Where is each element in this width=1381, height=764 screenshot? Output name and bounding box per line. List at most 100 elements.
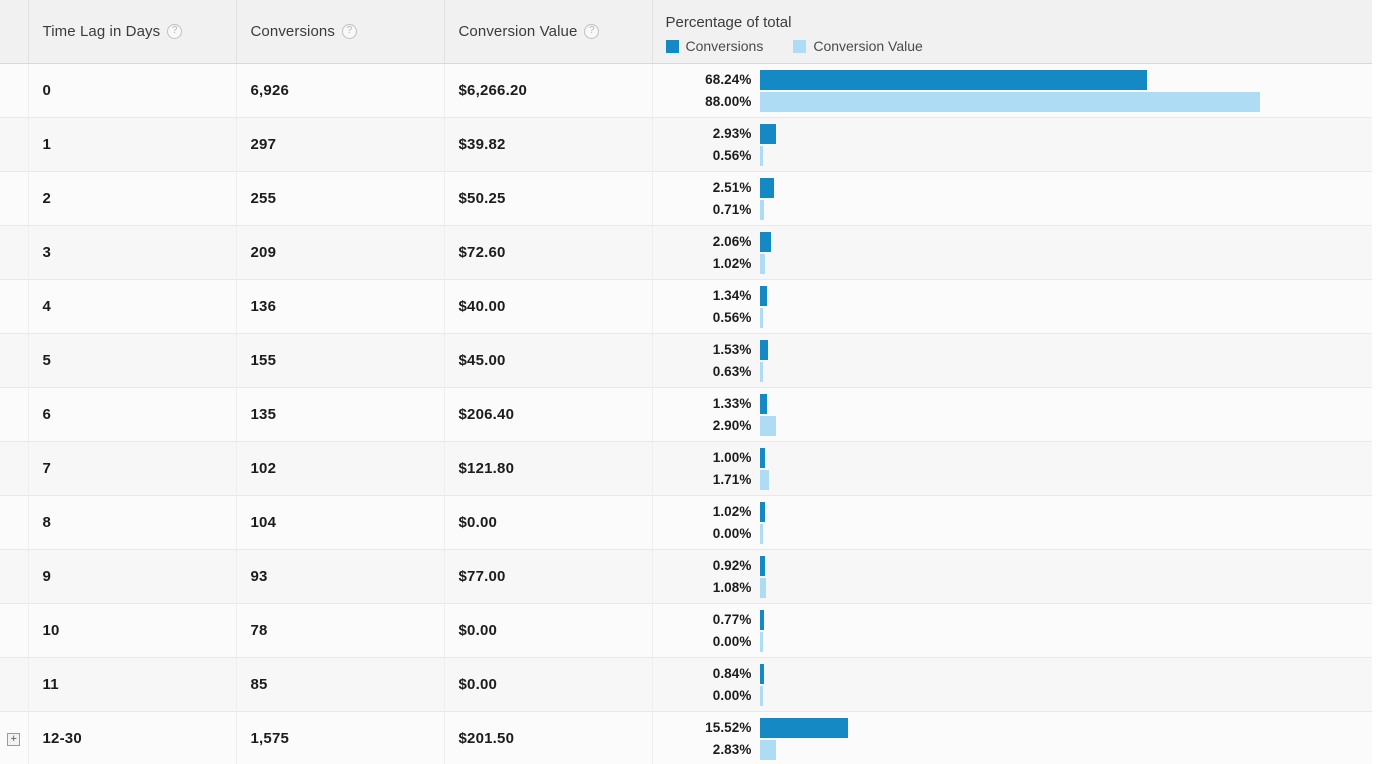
- bar-conversion-value: [759, 199, 764, 220]
- row-expand-cell: [0, 603, 29, 658]
- cell-conversion-value: $6,266.20: [444, 63, 653, 118]
- cell-time-lag-text: 11: [42, 675, 59, 693]
- cell-conversions-text: 104: [250, 513, 277, 531]
- cell-conversions: 93: [236, 549, 445, 604]
- row-expand-cell: [0, 63, 29, 118]
- cell-time-lag: 4: [28, 279, 237, 334]
- cell-conversions: 104: [236, 495, 445, 550]
- cell-time-lag-text: 4: [42, 297, 52, 315]
- cell-conversion-value: $77.00: [444, 549, 653, 604]
- cell-time-lag-text: 6: [42, 405, 52, 423]
- bar-row-conversion-value: 0.56%: [653, 307, 1373, 328]
- bar-conversion-value: [759, 631, 763, 652]
- cell-percentage-of-total: 1.53% 0.63%: [652, 333, 1373, 388]
- legend-item-conversion-value[interactable]: Conversion Value: [793, 38, 923, 54]
- cell-percentage-of-total: 2.93% 0.56%: [652, 117, 1373, 172]
- cell-conversions-text: 102: [250, 459, 277, 477]
- row-expand-cell: [0, 549, 29, 604]
- cell-conversions: 78: [236, 603, 445, 658]
- bar-percent-label-conversions: 1.33%: [712, 396, 752, 411]
- row-expand-cell[interactable]: +: [0, 711, 29, 764]
- cell-conversion-value-text: $72.60: [458, 243, 506, 261]
- bar-conversions: [759, 717, 848, 738]
- time-lag-table: Time Lag in Days ? Conversions ? Convers…: [0, 0, 1372, 764]
- table-row: 3 209 $72.60 2.06% 1.02%: [0, 225, 1373, 280]
- bar-percent-label-conversion-value: 0.00%: [712, 688, 752, 703]
- bar-conversions: [759, 231, 772, 252]
- cell-time-lag: 5: [28, 333, 237, 388]
- cell-conversions: 155: [236, 333, 445, 388]
- table-row: 0 6,926 $6,266.20 68.24% 88.00%: [0, 63, 1373, 118]
- cell-conversions: 255: [236, 171, 445, 226]
- bar-percent-label-conversions: 1.34%: [712, 288, 752, 303]
- header-conversion-value[interactable]: Conversion Value ?: [444, 0, 653, 64]
- header-conversion-value-label: Conversion Value: [458, 22, 578, 40]
- header-time-lag[interactable]: Time Lag in Days ?: [28, 0, 237, 64]
- bar-percent-label-conversion-value: 2.83%: [712, 742, 752, 757]
- bar-group: 1.02% 0.00%: [653, 496, 1373, 549]
- cell-conversion-value-text: $0.00: [458, 513, 498, 531]
- bar-percent-label-conversions: 1.53%: [712, 342, 752, 357]
- cell-time-lag: 6: [28, 387, 237, 442]
- legend-item-conversions[interactable]: Conversions: [665, 38, 764, 55]
- cell-percentage-of-total: 2.51% 0.71%: [652, 171, 1372, 226]
- header-row: Time Lag in Days ? Conversions ? Convers…: [0, 0, 1373, 64]
- bar-percent-label-conversion-value: 0.56%: [712, 148, 752, 163]
- bar-conversions: [759, 123, 777, 144]
- cell-conversions: 136: [236, 279, 445, 334]
- bar-group: 2.93% 0.56%: [653, 118, 1373, 171]
- legend-swatch-conversion-value: [793, 39, 807, 53]
- cell-conversion-value: $206.40: [444, 387, 653, 442]
- cell-time-lag-text: 2: [42, 189, 52, 207]
- bar-conversion-value: [759, 685, 763, 706]
- cell-conversions: 102: [236, 441, 445, 496]
- help-icon[interactable]: ?: [584, 23, 600, 39]
- expand-plus-icon[interactable]: +: [7, 733, 21, 746]
- bar-row-conversions: 1.34%: [653, 285, 1373, 306]
- help-icon[interactable]: ?: [341, 23, 357, 39]
- row-expand-cell: [0, 495, 29, 550]
- cell-conversions: 6,926: [236, 63, 445, 118]
- bar-row-conversions: 0.77%: [653, 609, 1373, 630]
- header-conversions[interactable]: Conversions ?: [236, 0, 445, 64]
- bar-group: 68.24% 88.00%: [653, 64, 1373, 117]
- cell-time-lag: 1: [28, 117, 237, 172]
- cell-conversion-value-text: $121.80: [458, 459, 515, 477]
- cell-conversion-value-text: $77.00: [458, 567, 506, 585]
- bar-conversion-value: [759, 361, 764, 382]
- cell-conversions-text: 93: [250, 567, 268, 585]
- cell-conversion-value: $0.00: [444, 603, 653, 658]
- cell-percentage-of-total: 0.92% 1.08%: [652, 549, 1372, 604]
- row-expand-cell: [0, 441, 29, 496]
- bar-percent-label-conversions: 0.77%: [712, 612, 752, 627]
- bar-group: 15.52% 2.83%: [653, 712, 1373, 764]
- bar-conversions: [759, 663, 765, 684]
- cell-conversion-value: $0.00: [444, 657, 653, 712]
- table-row: 11 85 $0.00 0.84% 0.00%: [0, 657, 1372, 712]
- bar-conversion-value: [759, 145, 763, 166]
- cell-time-lag: 12-30: [28, 711, 237, 764]
- legend: Conversions Conversion Value: [665, 38, 1373, 55]
- bar-percent-label-conversions: 1.02%: [712, 504, 752, 519]
- bar-group: 2.06% 1.02%: [653, 226, 1373, 279]
- cell-percentage-of-total: 1.00% 1.71%: [652, 441, 1372, 496]
- bar-row-conversions: 2.93%: [653, 123, 1373, 144]
- bar-percent-label-conversions: 2.06%: [712, 234, 752, 249]
- bar-row-conversion-value: 0.00%: [653, 631, 1373, 652]
- legend-label-conversions: Conversions: [685, 38, 764, 55]
- table-row: 1 297 $39.82 2.93% 0.56%: [0, 117, 1373, 172]
- cell-time-lag-text: 1: [42, 135, 52, 153]
- bar-group: 1.34% 0.56%: [653, 280, 1373, 333]
- help-icon[interactable]: ?: [167, 23, 183, 39]
- table-row: +12-30 1,575 $201.50 15.52% 2.83%: [0, 711, 1372, 764]
- bar-group: 1.53% 0.63%: [653, 334, 1373, 387]
- bar-conversion-value: [759, 469, 770, 490]
- row-expand-cell: [0, 117, 29, 172]
- cell-conversion-value-text: $6,266.20: [458, 81, 528, 99]
- bar-conversion-value: [759, 739, 776, 760]
- bar-conversion-value: [759, 577, 766, 598]
- bar-row-conversion-value: 0.00%: [653, 523, 1373, 544]
- bar-percent-label-conversions: 0.84%: [712, 666, 752, 681]
- cell-conversions: 209: [236, 225, 445, 280]
- bar-percent-label-conversions: 15.52%: [705, 720, 752, 735]
